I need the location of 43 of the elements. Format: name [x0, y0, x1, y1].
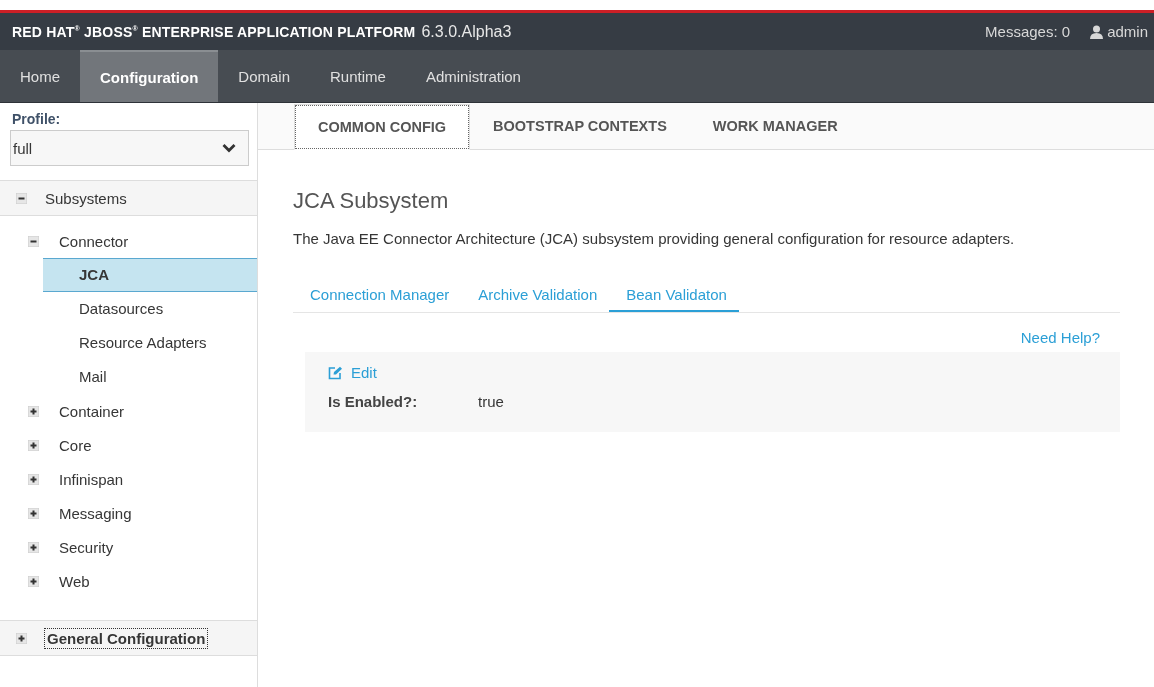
- tree-node[interactable]: Connector: [59, 232, 129, 250]
- tab[interactable]: BOOTSTRAP CONTEXTS: [470, 103, 690, 149]
- expand-icon[interactable]: [28, 439, 39, 451]
- brand-title: RED HAT$^{®}$ JBOSS$^{®}$ ENTERPRISE APPLICATION PLATFORM: [12, 23, 416, 40]
- expand-icon[interactable]: [28, 473, 39, 485]
- group-label[interactable]: Subsystems: [45, 189, 127, 207]
- tree-node[interactable]: Infinispan: [59, 470, 124, 488]
- field-value: true: [478, 393, 504, 410]
- tab[interactable]: COMMON CONFIG: [294, 104, 471, 150]
- version-label: 6.3.0.Alpha3: [421, 22, 512, 41]
- nav-tab[interactable]: Runtime: [310, 50, 406, 102]
- nav-tab[interactable]: Home: [0, 50, 80, 102]
- tab[interactable]: WORK MANAGER: [689, 103, 861, 149]
- tree-node[interactable]: Core: [59, 436, 92, 454]
- tree-node[interactable]: Security: [59, 538, 114, 556]
- nav-tab[interactable]: Domain: [218, 50, 311, 102]
- expand-icon[interactable]: [28, 507, 39, 519]
- nav-tab[interactable]: Configuration: [80, 50, 219, 102]
- page-title: JCA Subsystem: [293, 188, 450, 214]
- edit-icon: [328, 365, 343, 380]
- field-label: Is Enabled?:: [328, 393, 419, 410]
- expand-icon[interactable]: [28, 541, 39, 553]
- nav-tab[interactable]: Administration: [405, 50, 541, 102]
- profile-label: Profile:: [11, 110, 62, 129]
- tree-item[interactable]: Mail: [43, 360, 257, 394]
- collapse-icon[interactable]: [16, 192, 27, 204]
- group-label[interactable]: General Configuration: [45, 628, 208, 648]
- expand-icon[interactable]: [28, 405, 39, 417]
- chevron-down-icon: [222, 143, 236, 153]
- tree-item[interactable]: Resource Adapters: [43, 326, 257, 360]
- tree-node[interactable]: Container: [59, 402, 125, 420]
- expand-icon[interactable]: [16, 632, 27, 644]
- messages-link[interactable]: Messages: 0: [985, 23, 1071, 40]
- description: The Java EE Connector Architecture (JCA) subsystem providing general configuration for resource adapters.: [293, 229, 1016, 249]
- tree-item[interactable]: JCA: [43, 258, 257, 292]
- tree-node[interactable]: Messaging: [59, 504, 132, 522]
- profile-dropdown[interactable]: full: [10, 130, 249, 166]
- tree-item[interactable]: Datasources: [43, 292, 257, 326]
- collapse-icon[interactable]: [28, 235, 39, 247]
- user-menu[interactable]: admin: [1107, 23, 1148, 40]
- tree-node[interactable]: Web: [59, 572, 90, 590]
- expand-icon[interactable]: [28, 575, 39, 587]
- user-icon: [1090, 24, 1104, 39]
